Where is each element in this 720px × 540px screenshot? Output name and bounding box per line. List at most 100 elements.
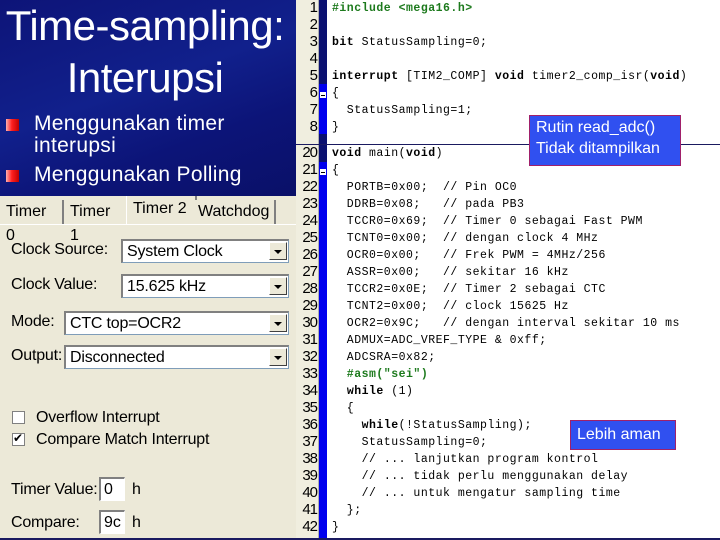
callout-safer: Lebih aman [570, 420, 676, 450]
clock-value-value: 15.625 kHz [127, 278, 206, 295]
bullet-square-icon [6, 170, 19, 182]
code-line[interactable]: ADCSRA=0x82; [332, 351, 436, 364]
callout-line: Tidak ditampilkan [536, 140, 660, 157]
tab-timer-1[interactable]: Timer 1 [64, 200, 128, 244]
compare-match-interrupt-label[interactable]: Compare Match Interrupt [36, 431, 209, 449]
code-line[interactable]: // ... lanjutkan program kontrol [332, 453, 598, 466]
compare-label: Compare: [11, 514, 80, 531]
fold-indicator-bar [319, 162, 327, 538]
code-line[interactable]: OCR2=0x9C; // dengan interval sekitar 10… [332, 317, 680, 330]
line-number: 23 [302, 195, 318, 212]
line-number: 29 [302, 297, 318, 314]
code-line[interactable]: ADMUX=ADC_VREF_TYPE & 0xff; [332, 334, 547, 347]
code-line[interactable]: // ... tidak perlu menggunakan delay [332, 470, 628, 483]
output-label: Output: [11, 347, 63, 364]
timer-value-unit: h [132, 481, 141, 498]
code-line[interactable]: DDRB=0x08; // pada PB3 [332, 198, 524, 211]
line-number: 1 [309, 0, 318, 16]
line-number: 42 [302, 518, 318, 535]
line-number: 28 [302, 280, 318, 297]
clock-value-label: Clock Value: [11, 276, 98, 293]
code-line[interactable]: { [332, 87, 339, 100]
line-number: 25 [302, 229, 318, 246]
line-number: 26 [302, 246, 318, 263]
code-line[interactable]: // ... untuk mengatur sampling time [332, 487, 621, 500]
chevron-down-icon[interactable] [269, 277, 287, 295]
line-number: 5 [309, 67, 318, 84]
code-line[interactable]: void main(void) [332, 147, 443, 160]
code-line[interactable]: }; [332, 504, 362, 517]
compare-match-interrupt-checkbox[interactable] [12, 431, 25, 446]
overflow-interrupt-checkbox[interactable] [12, 411, 25, 424]
timer-value-label: Timer Value: [11, 481, 98, 498]
code-line[interactable]: { [332, 164, 339, 177]
line-number: 3 [309, 33, 318, 50]
code-line[interactable]: ASSR=0x00; // sekitar 16 kHz [332, 266, 569, 279]
line-number: 22 [302, 178, 318, 195]
code-line[interactable]: while (1) [332, 385, 413, 398]
compare-input[interactable]: 9c [99, 510, 125, 534]
code-line[interactable]: } [332, 121, 339, 134]
mode-value: CTC top=OCR2 [70, 315, 181, 332]
callout-line: Rutin read_adc() [536, 119, 656, 136]
code-line[interactable]: #include <mega16.h> [332, 2, 473, 15]
code-line[interactable]: { [332, 402, 354, 415]
timer-value-text: 0 [104, 481, 113, 498]
compare-unit: h [132, 514, 141, 531]
tab-watchdog[interactable]: Watchdog [192, 200, 276, 224]
line-number: 2 [309, 16, 318, 33]
code-line[interactable]: StatusSampling=0; [332, 436, 487, 449]
code-line[interactable]: interrupt [TIM2_COMP] void timer2_comp_i… [332, 70, 687, 83]
code-line[interactable]: TCCR2=0x0E; // Timer 2 sebagai CTC [332, 283, 606, 296]
line-number: 32 [302, 348, 318, 365]
code-line[interactable]: StatusSampling=1; [332, 104, 473, 117]
chevron-down-icon[interactable] [269, 242, 287, 260]
line-number: 41 [302, 501, 318, 518]
code-line[interactable]: #asm("sei") [332, 368, 428, 381]
bullet-text-cont: interupsi [34, 134, 117, 157]
line-number: 40 [302, 484, 318, 501]
tab-divider [0, 224, 296, 225]
line-number: 24 [302, 212, 318, 229]
line-number: 37 [302, 433, 318, 450]
code-line[interactable]: } [332, 521, 339, 534]
bullet-text: Menggunakan Polling [34, 163, 242, 186]
bullet-square-icon [6, 119, 19, 131]
clock-source-select[interactable]: System Clock [121, 239, 289, 263]
code-line[interactable]: TCNT2=0x00; // clock 15625 Hz [332, 300, 569, 313]
clock-source-value: System Clock [127, 243, 223, 260]
compare-text: 9c [104, 514, 121, 531]
line-number: 4 [309, 50, 318, 67]
code-line[interactable]: while(!StatusSampling); [332, 419, 532, 432]
line-number: 21 [302, 161, 318, 178]
chevron-down-icon[interactable] [269, 314, 287, 332]
code-line[interactable]: OCR0=0x00; // Frek PWM = 4MHz/256 [332, 249, 606, 262]
code-line[interactable]: bit StatusSampling=0; [332, 36, 487, 49]
line-number: 39 [302, 467, 318, 484]
line-number: 34 [302, 382, 318, 399]
timer-config-dialog: Timer 0 Timer 1 Timer 2 Watchdog Clock S… [0, 196, 296, 540]
collapse-icon[interactable] [319, 91, 327, 99]
tab-timer-2[interactable]: Timer 2 [126, 196, 197, 224]
slide-title-area: Time-sampling: Interupsi Menggunakan tim… [0, 0, 296, 196]
line-number: 38 [302, 450, 318, 467]
line-number: 8 [309, 118, 318, 135]
bullet-text: Menggunakan timer [34, 112, 225, 135]
line-number: 35 [302, 399, 318, 416]
code-line[interactable]: TCCR0=0x69; // Timer 0 sebagai Fast PWM [332, 215, 643, 228]
code-line[interactable]: TCNT0=0x00; // dengan clock 4 MHz [332, 232, 598, 245]
line-number: 33 [302, 365, 318, 382]
clock-value-select[interactable]: 15.625 kHz [121, 274, 289, 298]
line-number: 31 [302, 331, 318, 348]
line-number: 30 [302, 314, 318, 331]
code-line[interactable]: PORTB=0x00; // Pin OC0 [332, 181, 517, 194]
output-select[interactable]: Disconnected [64, 345, 289, 369]
collapse-icon[interactable] [319, 168, 327, 176]
slide-title: Time-sampling: Interupsi [0, 0, 290, 104]
tab-timer-0[interactable]: Timer 0 [0, 200, 64, 244]
chevron-down-icon[interactable] [269, 348, 287, 366]
title-line-1: Time-sampling: [5, 2, 285, 49]
mode-select[interactable]: CTC top=OCR2 [64, 311, 289, 335]
overflow-interrupt-label[interactable]: Overflow Interrupt [36, 409, 160, 427]
timer-value-input[interactable]: 0 [99, 477, 125, 501]
